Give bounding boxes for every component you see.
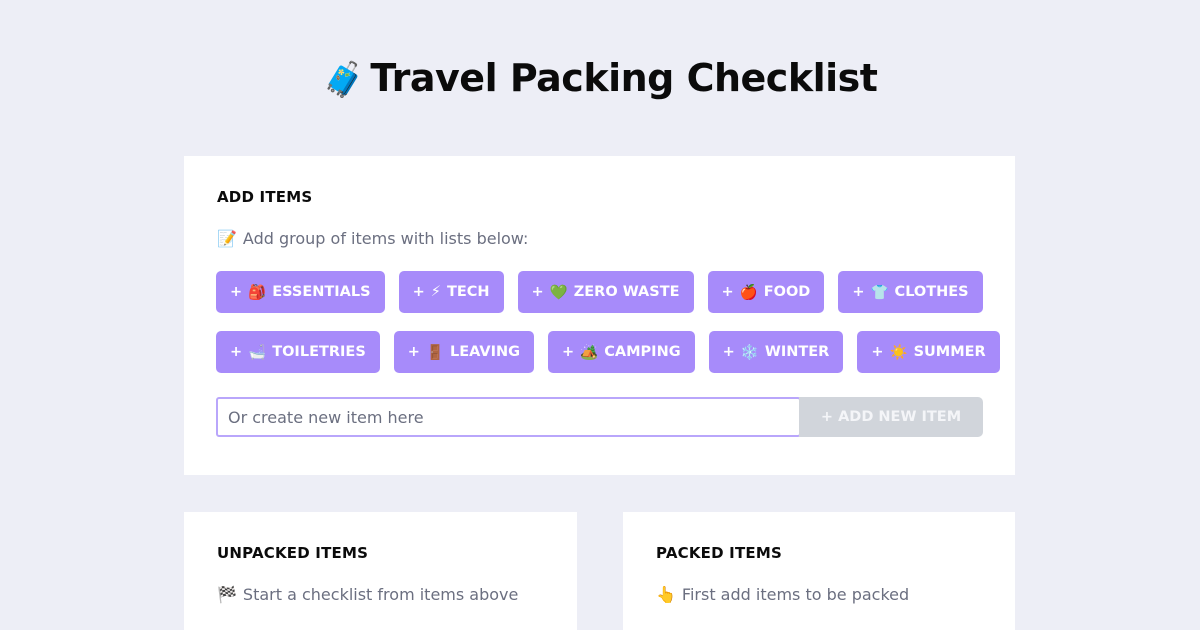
group-chip-label: TOILETRIES [272,344,366,360]
memo-icon: 📝 [217,229,237,248]
plus-icon: + [230,344,243,360]
packed-items-hint-text: First add items to be packed [681,585,910,604]
packed-items-hint: 👆 First add items to be packed [656,585,909,604]
essentials-icon: 🎒 [248,284,267,301]
toiletries-icon: 🛁 [248,344,267,361]
add-group-toiletries-button[interactable]: + 🛁 TOILETRIES [216,331,380,373]
group-chip-label: WINTER [764,344,830,360]
group-chip-label: ESSENTIALS [272,284,371,300]
plus-icon: + [721,284,734,300]
packed-items-heading: PACKED ITEMS [656,544,782,562]
new-item-input[interactable] [216,397,801,437]
add-items-card: ADD ITEMS 📝 Add group of items with lists… [184,156,1015,475]
add-items-hint-text: Add group of items with lists below: [242,229,529,248]
winter-icon: ❄️ [740,344,759,361]
add-items-heading: ADD ITEMS [217,188,313,206]
group-chip-label: ZERO WASTE [573,284,680,300]
packed-items-card: PACKED ITEMS 👆 First add items to be pack… [623,512,1015,630]
group-chip-label: LEAVING [450,344,521,360]
food-icon: 🍎 [739,284,758,301]
add-group-food-button[interactable]: + 🍎 FOOD [707,271,825,313]
add-group-winter-button[interactable]: + ❄️ WINTER [708,331,844,373]
plus-icon: + [230,284,243,300]
add-items-hint: 📝 Add group of items with lists below: [217,229,528,248]
checkered-flag-icon: 🏁 [217,585,237,604]
add-group-leaving-button[interactable]: + 🚪 LEAVING [393,331,535,373]
plus-icon: + [407,344,420,360]
pointing-up-icon: 👆 [656,585,676,604]
luggage-icon: 🧳 [322,60,365,100]
leaving-icon: 🚪 [425,344,444,361]
plus-icon: + [412,284,425,300]
add-group-clothes-button[interactable]: + 👕 CLOTHES [838,271,983,313]
page-title: 🧳 Travel Packing Checklist [0,56,1200,100]
plus-icon: + [722,344,735,360]
group-chips-row-1: + 🎒 ESSENTIALS + ⚡ TECH + 💚 ZERO WASTE + 🍎 FOOD + 👕 CL… [216,271,983,313]
clothes-icon: 👕 [870,284,889,301]
group-chips-row-2: + 🛁 TOILETRIES + 🚪 LEAVING + 🏕️ CAMPING + ❄️ WINTER… [216,331,1000,373]
tech-icon: ⚡ [430,284,441,300]
group-chip-label: FOOD [763,284,811,300]
camping-icon: 🏕️ [580,344,599,361]
plus-icon: + [531,284,544,300]
plus-icon: + [871,344,884,360]
add-group-zero-waste-button[interactable]: + 💚 ZERO WASTE [517,271,694,313]
group-chip-label: TECH [446,284,490,300]
unpacked-items-heading: UNPACKED ITEMS [217,544,369,562]
group-chip-label: CAMPING [604,344,681,360]
page-title-text: Travel Packing Checklist [370,56,878,100]
add-group-tech-button[interactable]: + ⚡ TECH [398,271,504,313]
page: 🧳 Travel Packing Checklist ADD ITEMS 📝 Add… [0,0,1200,630]
group-chip-label: SUMMER [913,344,986,360]
add-group-summer-button[interactable]: + ☀️ SUMMER [857,331,1000,373]
plus-icon: + [562,344,575,360]
add-group-camping-button[interactable]: + 🏕️ CAMPING [548,331,695,373]
group-chip-label: CLOTHES [894,284,969,300]
add-new-item-button[interactable]: + ADD NEW ITEM [799,397,983,437]
plus-icon: + [852,284,865,300]
add-group-essentials-button[interactable]: + 🎒 ESSENTIALS [216,271,385,313]
zero-waste-icon: 💚 [549,284,568,301]
unpacked-items-hint: 🏁 Start a checklist from items above [217,585,518,604]
unpacked-items-hint-text: Start a checklist from items above [242,585,519,604]
unpacked-items-card: UNPACKED ITEMS 🏁 Start a checklist from i… [184,512,577,630]
summer-icon: ☀️ [889,344,908,361]
